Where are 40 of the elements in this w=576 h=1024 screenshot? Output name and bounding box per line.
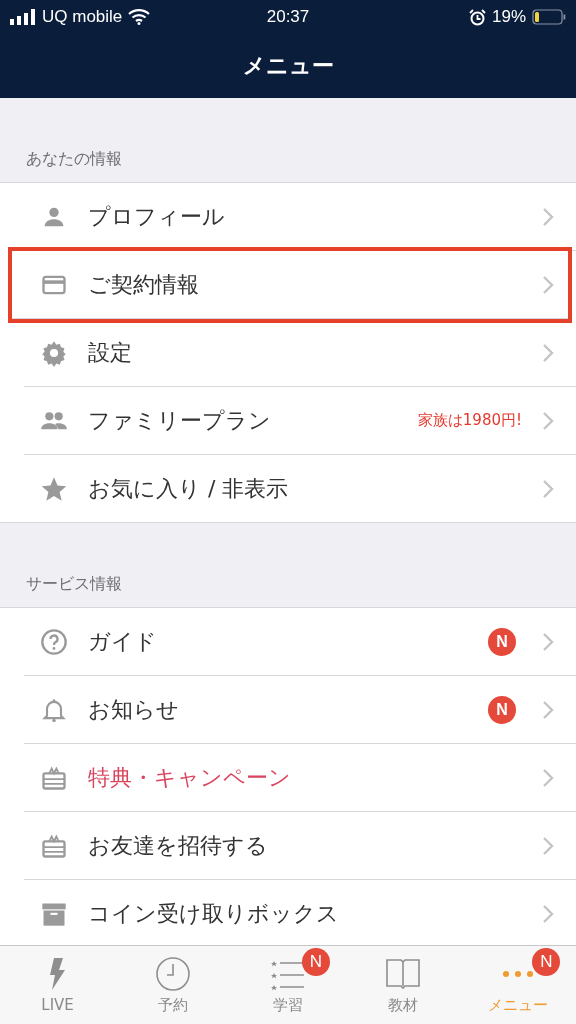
chevron-right-icon — [542, 274, 554, 295]
chevron-right-icon — [542, 767, 554, 788]
highlighted-menu-row[interactable]: ご契約情報 — [12, 251, 568, 319]
menu-row[interactable]: お知らせ N — [24, 676, 576, 744]
chevron-right-icon — [542, 631, 554, 652]
clock-icon — [154, 955, 191, 992]
clock-time: 20:37 — [266, 7, 310, 27]
menu-row[interactable]: 設定 — [24, 319, 576, 387]
new-badge: N — [488, 627, 516, 656]
section-header: あなたの情報 — [26, 149, 122, 170]
chevron-right-icon — [542, 903, 554, 924]
menu-row[interactable]: プロフィール — [24, 183, 576, 251]
signal-icon — [10, 9, 36, 25]
chevron-right-icon — [542, 478, 554, 499]
more-dots-icon — [503, 970, 534, 977]
battery-icon — [532, 9, 566, 25]
alarm-clock-icon — [469, 8, 486, 26]
promo-note: 家族は1980円! — [417, 411, 522, 430]
menu-row[interactable]: お友達を招待する — [24, 812, 576, 880]
wifi-icon — [128, 9, 151, 25]
help-icon — [40, 627, 68, 656]
menu-row[interactable]: 特典・キャンペーン — [24, 744, 576, 812]
chevron-right-icon — [542, 410, 554, 431]
tab-bar-item[interactable]: N メニュー — [460, 946, 576, 1024]
chevron-right-icon — [542, 206, 554, 227]
menu-row[interactable]: コイン受け取りボックス — [24, 880, 576, 947]
chevron-right-icon — [542, 835, 554, 856]
chevron-right-icon — [542, 342, 554, 363]
menu-row[interactable]: お気に入り / 非表示 — [24, 455, 576, 522]
carrier-name: UQ mobile — [42, 7, 123, 27]
tab-bar-item[interactable]: N 学習 — [230, 946, 346, 1024]
new-badge: N — [488, 695, 516, 724]
new-badge: N — [532, 948, 561, 976]
section-header: サービス情報 — [26, 574, 122, 595]
new-badge: N — [302, 948, 330, 976]
page-title: メニュー — [242, 52, 334, 80]
menu-row[interactable]: ファミリープラン 家族は1980円! — [24, 387, 576, 455]
battery-percent: 19% — [492, 7, 526, 27]
menu-row[interactable]: ガイド N — [24, 608, 576, 676]
chevron-right-icon — [542, 699, 554, 720]
